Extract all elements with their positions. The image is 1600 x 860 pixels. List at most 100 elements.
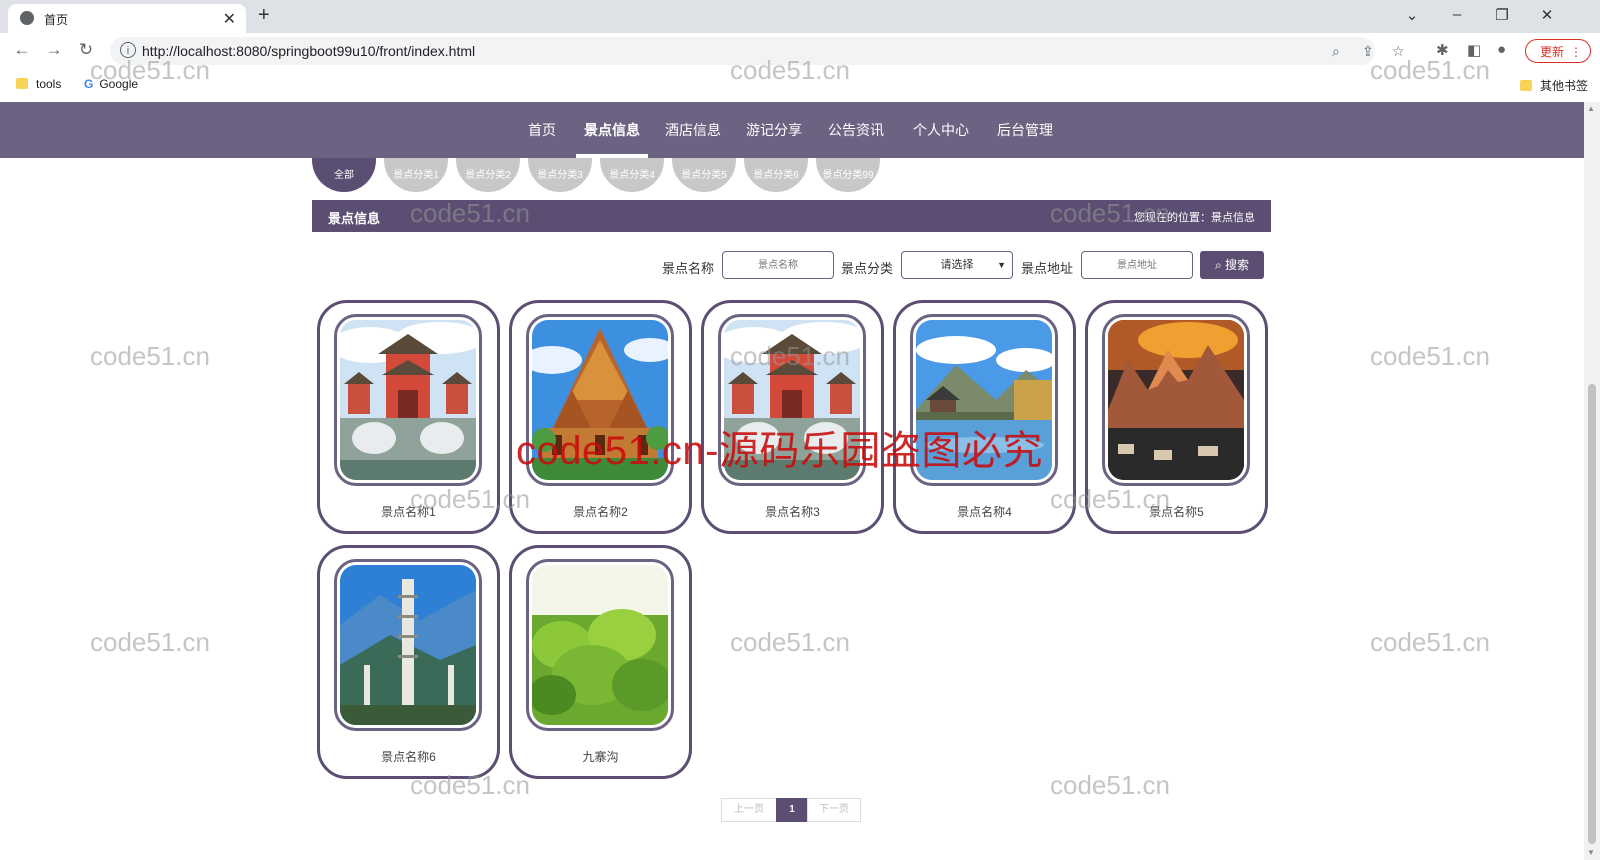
chevron-down-icon: ▼ <box>997 260 1006 270</box>
category-item[interactable]: 景点分类1 <box>384 158 448 192</box>
spot-name: 景点名称5 <box>1149 505 1204 519</box>
spot-image-frame <box>334 559 482 731</box>
nav-personal-center[interactable]: 个人中心 <box>913 120 969 140</box>
spot-card[interactable]: 九寨沟 <box>509 545 692 779</box>
zoom-icon[interactable]: ⌕ <box>1332 43 1340 60</box>
extensions-icon[interactable]: ✱ <box>1436 41 1449 59</box>
section-title: 景点信息 <box>328 211 381 226</box>
other-bookmarks[interactable]: 其他书签 <box>1520 77 1588 94</box>
watermark: code51.cn <box>1370 627 1490 657</box>
share-icon[interactable]: ⇪ <box>1362 43 1374 60</box>
address-filter-input[interactable] <box>1081 251 1193 279</box>
close-tab-icon[interactable]: ✕ <box>223 9 236 29</box>
spot-name: 景点名称1 <box>381 505 436 519</box>
nav-hotels[interactable]: 酒店信息 <box>665 120 721 140</box>
spot-name: 景点名称3 <box>765 505 820 519</box>
spot-image <box>532 565 668 725</box>
spot-image <box>340 565 476 725</box>
bookmark-google[interactable]: G Google <box>84 77 138 91</box>
menu-dots-icon[interactable]: ⋮ <box>1556 40 1582 64</box>
spot-image-frame <box>526 314 674 486</box>
category-filter-row: 全部 景点分类1 景点分类2 景点分类3 景点分类4 景点分类5 景点分类6 景… <box>312 158 888 192</box>
tab-title: 首页 <box>44 13 69 27</box>
search-icon: ⌕ <box>1214 258 1222 272</box>
scroll-down-icon[interactable]: ▼ <box>1587 848 1595 857</box>
watermark: code51.cn <box>90 341 210 371</box>
category-item[interactable]: 景点分类2 <box>456 158 520 192</box>
spot-image-frame <box>1102 314 1250 486</box>
bookmark-star-icon[interactable]: ☆ <box>1392 43 1405 60</box>
category-item[interactable]: 景点分类3 <box>528 158 592 192</box>
nav-admin[interactable]: 后台管理 <box>997 120 1053 140</box>
category-item[interactable]: 景点分类5 <box>672 158 736 192</box>
spot-image-frame <box>910 314 1058 486</box>
page-1-button[interactable]: 1 <box>776 798 808 822</box>
category-select[interactable]: 请选择 ▼ <box>901 251 1013 279</box>
browser-tab-strip: 首页 ✕ + ⌄ – ❐ ✕ <box>0 0 1600 33</box>
nav-attractions[interactable]: 景点信息 <box>584 120 640 140</box>
next-page-button[interactable]: 下一页 <box>807 798 861 822</box>
spot-name: 景点名称6 <box>381 750 436 764</box>
address-filter-label: 景点地址 <box>1021 261 1074 276</box>
nav-announcements[interactable]: 公告资讯 <box>828 120 884 140</box>
name-filter-label: 景点名称 <box>662 261 715 276</box>
update-button[interactable]: 更新 ⋮ <box>1525 39 1591 63</box>
folder-icon <box>16 78 28 89</box>
category-filter-label: 景点分类 <box>841 261 894 276</box>
url-text: http://localhost:8080/springboot99u10/fr… <box>142 43 476 59</box>
spot-card[interactable]: 景点名称4 <box>893 300 1076 534</box>
bookmarks-bar: tools G Google 其他书签 <box>0 69 1600 99</box>
prev-page-button[interactable]: 上一页 <box>721 798 777 822</box>
spot-image <box>916 320 1052 480</box>
spot-image-frame <box>334 314 482 486</box>
globe-icon <box>20 11 34 25</box>
reload-icon[interactable]: ↻ <box>74 40 98 60</box>
category-item[interactable]: 景点分类6 <box>744 158 808 192</box>
scroll-thumb[interactable] <box>1588 384 1596 844</box>
back-icon[interactable]: ← <box>10 40 34 60</box>
new-tab-icon[interactable]: + <box>258 4 270 27</box>
window-close-icon[interactable]: ✕ <box>1527 6 1567 24</box>
browser-tab[interactable]: 首页 ✕ <box>8 4 246 33</box>
spot-image <box>724 320 860 480</box>
breadcrumb: 您现在的位置：景点信息 <box>1134 212 1255 224</box>
minimize-icon[interactable]: – <box>1437 6 1477 23</box>
spot-card[interactable]: 景点名称5 <box>1085 300 1268 534</box>
search-button[interactable]: ⌕ 搜索 <box>1200 251 1264 279</box>
side-panel-icon[interactable]: ◧ <box>1467 41 1481 59</box>
section-header: 景点信息 您现在的位置：景点信息 <box>312 200 1271 232</box>
site-info-icon[interactable]: i <box>120 42 136 58</box>
nav-home[interactable]: 首页 <box>528 120 556 140</box>
restore-icon[interactable]: ❐ <box>1482 6 1522 24</box>
spot-image <box>340 320 476 480</box>
spot-name: 景点名称2 <box>573 505 628 519</box>
spot-card[interactable]: 景点名称2 <box>509 300 692 534</box>
address-bar[interactable]: i http://localhost:8080/springboot99u10/… <box>110 37 1405 65</box>
watermark: code51.cn <box>1370 341 1490 371</box>
spot-image <box>532 320 668 480</box>
folder-icon <box>1520 80 1532 91</box>
bookmark-tools[interactable]: tools <box>16 77 61 91</box>
nav-travel-notes[interactable]: 游记分享 <box>746 120 802 140</box>
spot-image <box>1108 320 1244 480</box>
forward-icon[interactable]: → <box>42 40 66 60</box>
spot-name: 景点名称4 <box>957 505 1012 519</box>
category-item[interactable]: 景点分类4 <box>600 158 664 192</box>
profile-icon[interactable]: ● <box>1497 41 1506 58</box>
spot-card[interactable]: 景点名称3 <box>701 300 884 534</box>
tab-search-icon[interactable]: ⌄ <box>1392 6 1432 24</box>
spot-card[interactable]: 景点名称6 <box>317 545 500 779</box>
name-filter-input[interactable] <box>722 251 834 279</box>
watermark: code51.cn <box>90 627 210 657</box>
google-icon: G <box>84 77 94 91</box>
browser-toolbar: ← → ↻ i http://localhost:8080/springboot… <box>0 33 1600 69</box>
category-all[interactable]: 全部 <box>312 158 376 192</box>
spot-image-frame <box>526 559 674 731</box>
page-scrollbar[interactable]: ▲ ▼ <box>1584 102 1600 860</box>
spot-name: 九寨沟 <box>582 750 619 764</box>
category-item[interactable]: 景点分类99 <box>816 158 880 192</box>
spot-card[interactable]: 景点名称1 <box>317 300 500 534</box>
watermark: code51.cn <box>730 627 850 657</box>
site-nav: 首页 景点信息 酒店信息 游记分享 公告资讯 个人中心 后台管理 <box>0 102 1584 158</box>
scroll-up-icon[interactable]: ▲ <box>1587 104 1595 113</box>
